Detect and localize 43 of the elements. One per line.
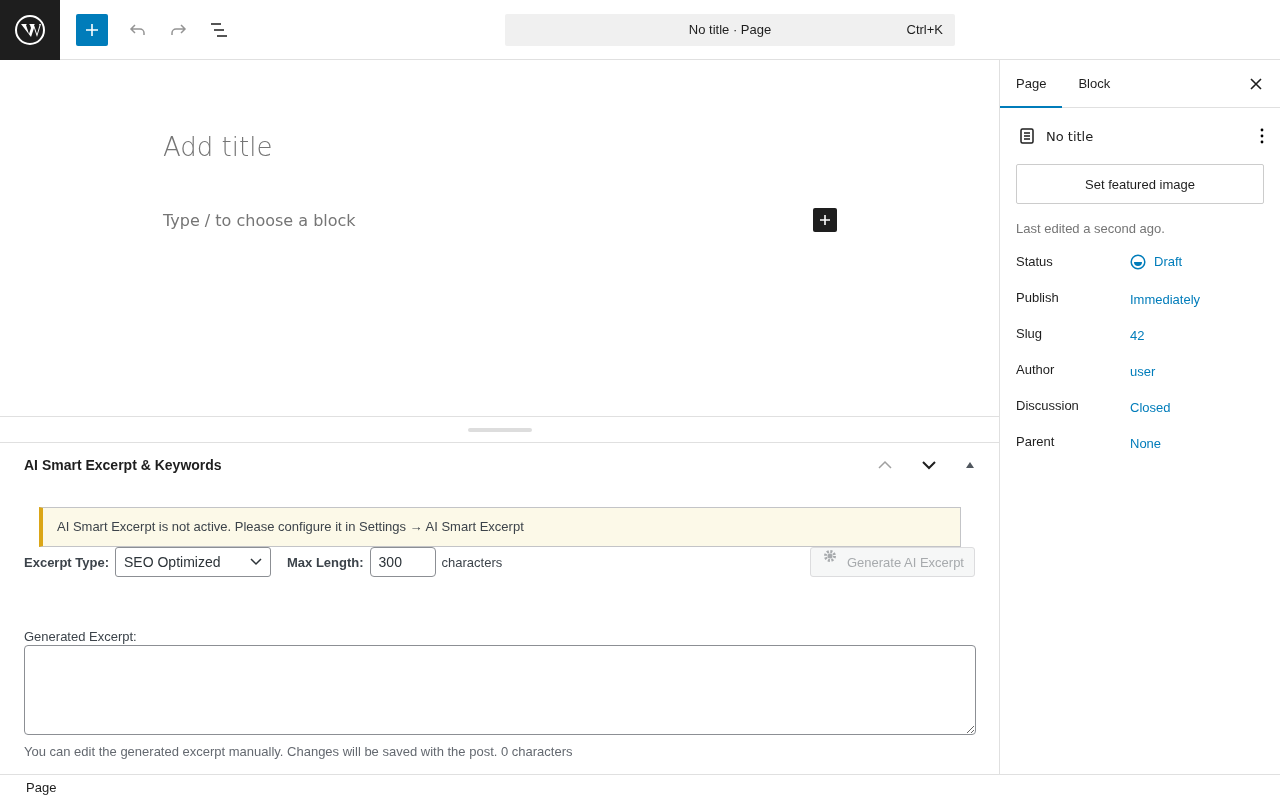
plus-icon bbox=[84, 21, 100, 38]
page-icon bbox=[1020, 128, 1034, 144]
breadcrumb-item[interactable]: Page bbox=[26, 780, 57, 795]
title-field[interactable]: Add title bbox=[163, 132, 999, 162]
excerpt-type-select[interactable]: SEO Optimized bbox=[115, 547, 271, 577]
row-label: Discussion bbox=[1016, 398, 1080, 415]
block-placeholder[interactable]: Type / to choose a block bbox=[163, 210, 356, 230]
chevron-down-icon bbox=[250, 558, 262, 566]
excerpt-text-area[interactable] bbox=[24, 645, 976, 735]
resize-handle[interactable] bbox=[467, 427, 532, 432]
sidebar-tab[interactable]: Block bbox=[1062, 60, 1127, 108]
field-label: Generated Excerpt: bbox=[24, 629, 138, 644]
last-edited-text: Last edited a second ago. bbox=[1016, 221, 1166, 236]
sidebar-tab[interactable]: Page bbox=[1000, 60, 1063, 108]
set-featured-image-button[interactable]: Set featured image bbox=[1016, 164, 1264, 204]
row-value-link[interactable]: Closed bbox=[1130, 400, 1171, 434]
row-value-link[interactable]: user bbox=[1130, 364, 1156, 398]
panel-title: AI Smart Excerpt & Keywords bbox=[24, 457, 223, 473]
close-icon[interactable] bbox=[1250, 78, 1262, 90]
max-length-field[interactable]: 300 bbox=[369, 547, 436, 577]
triangle-up-icon[interactable] bbox=[965, 461, 975, 469]
unit-label: characters bbox=[441, 554, 503, 570]
help-text: You can edit the generated excerpt manually. Changes will be saved with the post. 0 characters bbox=[24, 744, 574, 759]
row-value-link[interactable]: Immediately bbox=[1130, 292, 1201, 326]
more-options-icon[interactable] bbox=[1260, 128, 1264, 144]
half-circle-icon bbox=[1130, 254, 1146, 270]
warning-notice: AI Smart Excerpt is not active. Please configure it in Settings → AI Smart Excerpt bbox=[39, 507, 961, 547]
row-label: Parent bbox=[1016, 434, 1056, 451]
status-link[interactable]: Draft bbox=[1130, 254, 1183, 290]
row-value-link[interactable]: 42 bbox=[1130, 328, 1145, 362]
field-label: Max Length: bbox=[287, 554, 364, 570]
add-block-button[interactable] bbox=[813, 208, 837, 232]
plus-icon bbox=[819, 214, 831, 226]
row-label: Author bbox=[1016, 362, 1056, 379]
command-bar[interactable]: No title · Page Ctrl+K bbox=[505, 13, 955, 46]
row-label: Publish bbox=[1016, 290, 1060, 307]
document-title: No title bbox=[1046, 128, 1095, 144]
row-label: Status bbox=[1016, 254, 1054, 271]
row-value-link[interactable]: None bbox=[1130, 436, 1162, 470]
field-label: Excerpt Type: bbox=[24, 554, 109, 570]
gear-icon bbox=[822, 549, 837, 563]
wordpress-logo[interactable] bbox=[0, 0, 60, 60]
row-label: Slug bbox=[1016, 326, 1044, 343]
